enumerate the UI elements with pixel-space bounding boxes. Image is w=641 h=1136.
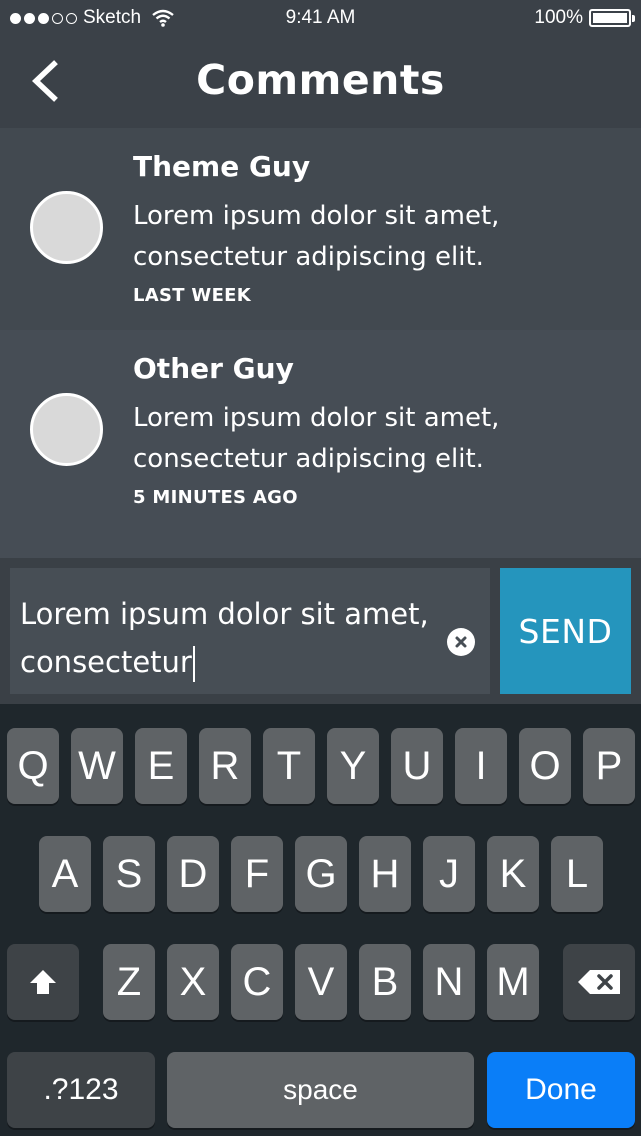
key-h[interactable]: H (359, 836, 411, 912)
key-e[interactable]: E (135, 728, 187, 804)
key-r[interactable]: R (199, 728, 251, 804)
shift-key[interactable] (7, 944, 79, 1020)
send-button[interactable]: SEND (500, 568, 631, 694)
delete-key[interactable] (563, 944, 635, 1020)
numbers-key[interactable]: .?123 (7, 1052, 155, 1128)
comment-item: Theme Guy Lorem ipsum dolor sit amet, co… (0, 128, 641, 330)
key-t[interactable]: T (263, 728, 315, 804)
comment-composer: Lorem ipsum dolor sit amet, consectetur … (0, 558, 641, 704)
key-n[interactable]: N (423, 944, 475, 1020)
key-c[interactable]: C (231, 944, 283, 1020)
key-o[interactable]: O (519, 728, 571, 804)
key-g[interactable]: G (295, 836, 347, 912)
comment-input-text[interactable]: Lorem ipsum dolor sit amet, consectetur (20, 590, 440, 686)
key-x[interactable]: X (167, 944, 219, 1020)
page-title: Comments (196, 56, 445, 104)
key-l[interactable]: L (551, 836, 603, 912)
comment-timestamp: 5 MINUTES AGO (133, 487, 298, 508)
key-d[interactable]: D (167, 836, 219, 912)
key-u[interactable]: U (391, 728, 443, 804)
space-key[interactable]: space (167, 1052, 474, 1128)
text-cursor (192, 646, 195, 682)
done-key[interactable]: Done (487, 1052, 635, 1128)
list-footer (0, 532, 641, 558)
clear-x-icon (455, 636, 467, 648)
comment-text: Lorem ipsum dolor sit amet, consectetur … (133, 403, 500, 474)
shift-icon (30, 970, 56, 994)
key-j[interactable]: J (423, 836, 475, 912)
comment-author[interactable]: Other Guy (133, 352, 294, 385)
key-f[interactable]: F (231, 836, 283, 912)
comment-author[interactable]: Theme Guy (133, 150, 310, 183)
key-m[interactable]: M (487, 944, 539, 1020)
battery-icon (589, 9, 635, 27)
status-right: 100% (534, 7, 635, 29)
key-i[interactable]: I (455, 728, 507, 804)
key-p[interactable]: P (583, 728, 635, 804)
comment-input[interactable]: Lorem ipsum dolor sit amet, consectetur (10, 568, 490, 694)
key-s[interactable]: S (103, 836, 155, 912)
key-w[interactable]: W (71, 728, 123, 804)
key-b[interactable]: B (359, 944, 411, 1020)
avatar[interactable] (30, 191, 103, 264)
avatar[interactable] (30, 393, 103, 466)
status-bar: Sketch 9:41 AM 100% (0, 0, 641, 38)
key-v[interactable]: V (295, 944, 347, 1020)
nav-bar: Comments (0, 38, 641, 128)
key-q[interactable]: Q (7, 728, 59, 804)
keyboard: QWERTYUIOP ASDFGHJKL ZXCVBNM .?123 space… (0, 704, 641, 1136)
clear-button[interactable] (447, 628, 475, 656)
backspace-icon (578, 970, 620, 994)
comment-item: Other Guy Lorem ipsum dolor sit amet, co… (0, 330, 641, 532)
key-a[interactable]: A (39, 836, 91, 912)
battery-percent: 100% (534, 7, 583, 28)
key-z[interactable]: Z (103, 944, 155, 1020)
comment-timestamp: LAST WEEK (133, 285, 252, 306)
comment-text: Lorem ipsum dolor sit amet, consectetur … (133, 201, 500, 272)
key-y[interactable]: Y (327, 728, 379, 804)
key-k[interactable]: K (487, 836, 539, 912)
comment-input-value: Lorem ipsum dolor sit amet, consectetur (20, 597, 429, 679)
